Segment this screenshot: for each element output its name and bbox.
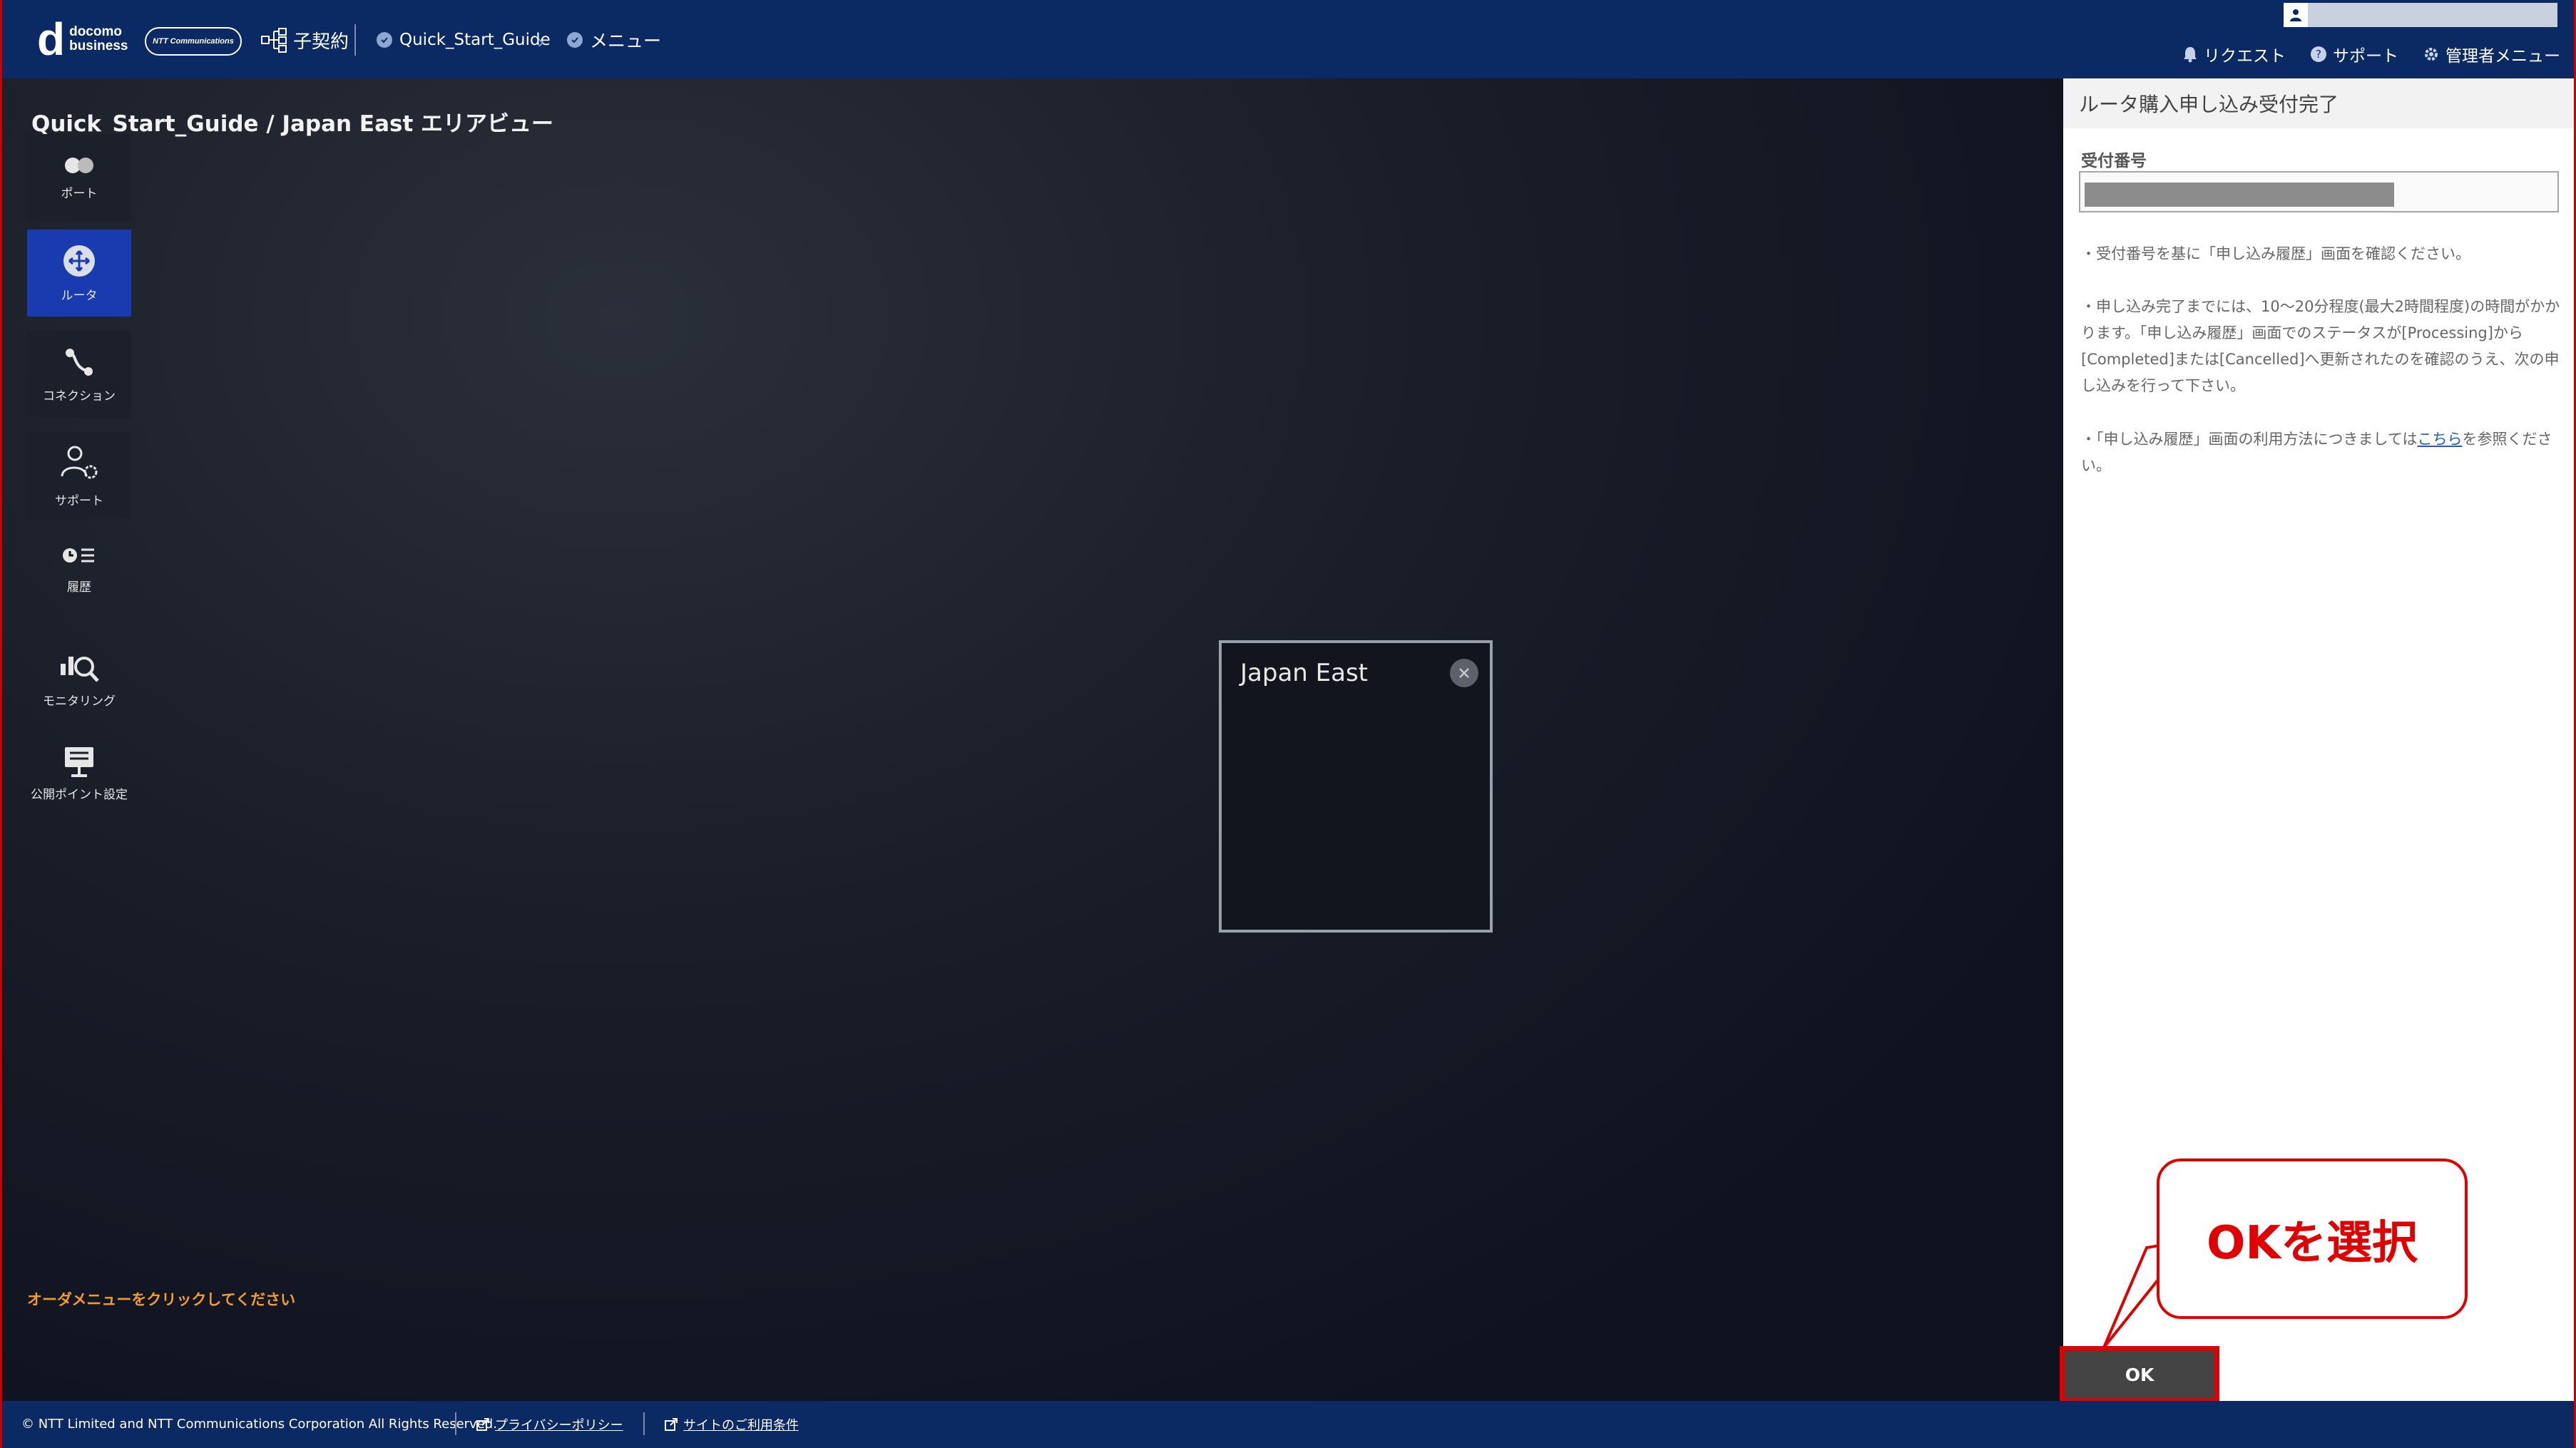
user-icon [2284, 3, 2308, 27]
tree-icon [261, 28, 287, 53]
area-name: Japan East [1240, 659, 1368, 687]
monitor-settings-icon [65, 746, 93, 777]
support-label: サポート [2333, 47, 2398, 66]
close-icon [1459, 668, 1469, 678]
support-person-icon [61, 446, 98, 478]
sidebar-item-router[interactable]: ルータ [27, 230, 131, 317]
check-circle-icon [377, 32, 392, 48]
bell-icon [2184, 47, 2197, 63]
sidebar-item-history[interactable]: 履歴 [27, 526, 131, 613]
external-link-icon [476, 1418, 489, 1431]
user-account-box[interactable] [2284, 3, 2557, 27]
breadcrumb-quick-start[interactable]: Quick_Start_Guide [377, 26, 551, 54]
svg-text:?: ? [2316, 48, 2321, 61]
sidebar-item-connection[interactable]: コネクション [27, 331, 131, 418]
sidebar-label-port: ポート [61, 186, 98, 201]
header-links: リクエスト ? サポート 管理者メニュー [2182, 41, 2560, 67]
connection-icon [66, 348, 93, 376]
panel-help-link[interactable]: こちら [2417, 431, 2462, 448]
chevron-right-icon: › [537, 30, 546, 53]
panel-note-3: ・「申し込み履歴」画面の利用方法につきましてはこちらを参照ください。 [2081, 426, 2563, 479]
sidebar-label-support: サポート [55, 493, 103, 508]
docomo-business-logo[interactable]: d docomo business [37, 16, 137, 63]
privacy-policy-link[interactable]: プライバシーポリシー [476, 1415, 623, 1434]
area-view-canvas: Quick_Start_Guide / Japan East エリアビュー ポー… [0, 78, 2063, 1401]
sidebar-item-public-point[interactable]: 公開ポイント設定 [27, 730, 131, 817]
footer: © NTT Limited and NTT Communications Cor… [0, 1401, 2576, 1448]
logo-text-1: docomo [69, 24, 122, 39]
panel-title: ルータ購入申し込み受付完了 [2063, 78, 2576, 128]
receipt-number-redacted [2085, 183, 2394, 207]
top-header: d docomo business NTT Communications 子契約… [0, 0, 2576, 78]
ntt-communications-logo: NTT Communications [145, 27, 242, 56]
port-icon [65, 157, 93, 173]
sidebar-label-public-point: 公開ポイント設定 [31, 787, 128, 802]
logo-text-2: business [69, 38, 128, 53]
breadcrumb-menu-label: メニュー [590, 31, 662, 51]
monitoring-icon [61, 656, 99, 682]
router-icon [63, 245, 95, 277]
ok-button[interactable]: OK [2060, 1346, 2219, 1403]
panel-note-1: ・受付番号を基に「申し込み履歴」画面を確認ください。 [2081, 245, 2470, 262]
breadcrumb-quick-start-label: Quick_Start_Guide [399, 31, 551, 49]
breadcrumb-divider [354, 24, 356, 56]
admin-menu-label: 管理者メニュー [2445, 47, 2560, 66]
logo-d-mark: d [37, 14, 66, 65]
external-link-icon [665, 1418, 678, 1431]
panel-note-3-pre: ・「申し込み履歴」画面の利用方法につきましては [2081, 431, 2418, 448]
sidebar-label-connection: コネクション [43, 389, 116, 404]
help-circle-icon: ? [2311, 46, 2326, 62]
breadcrumb-subcontract-label: 子契約 [293, 31, 349, 53]
order-menu-hint: オーダメニューをクリックしてください [27, 1291, 296, 1308]
receipt-number-field[interactable] [2079, 171, 2559, 212]
receipt-number-label: 受付番号 [2081, 152, 2147, 170]
sidebar-item-support[interactable]: サポート [27, 432, 131, 519]
history-list-icon [63, 548, 94, 563]
sidebar-label-router: ルータ [61, 288, 98, 303]
close-button[interactable] [1450, 659, 1478, 687]
sidebar-item-monitoring[interactable]: モニタリング [27, 635, 131, 722]
sidebar-label-monitoring: モニタリング [43, 694, 116, 709]
page-title: Quick_Start_Guide / Japan East エリアビュー [31, 111, 554, 137]
area-popup-japan-east[interactable]: Japan East [1219, 640, 1493, 933]
sidebar-label-history: 履歴 [67, 580, 91, 595]
breadcrumb-menu[interactable]: メニュー [567, 26, 661, 54]
admin-menu-link[interactable]: 管理者メニュー [2423, 42, 2560, 66]
privacy-policy-label: プライバシーポリシー [495, 1418, 623, 1433]
instruction-callout: OKを選択 [2157, 1159, 2468, 1319]
panel-note-2: ・申し込み完了までには、10〜20分程度(最大2時間程度)の時間がかかります。「… [2081, 298, 2560, 394]
terms-of-use-label: サイトのご利用条件 [683, 1418, 799, 1433]
breadcrumb-subcontract[interactable]: 子契約 [260, 26, 349, 54]
footer-divider [455, 1412, 456, 1435]
ntt-logo-text: NTT Communications [153, 37, 234, 46]
copyright-text: © NTT Limited and NTT Communications Cor… [21, 1417, 497, 1432]
support-link[interactable]: ? サポート [2310, 42, 2398, 66]
sidebar-item-port[interactable]: ポート [27, 134, 131, 221]
footer-divider [643, 1412, 645, 1435]
terms-of-use-link[interactable]: サイトのご利用条件 [665, 1415, 799, 1434]
request-link[interactable]: リクエスト [2182, 42, 2286, 66]
request-label: リクエスト [2204, 47, 2286, 66]
gear-icon [2425, 48, 2438, 61]
check-circle-icon [567, 32, 583, 48]
